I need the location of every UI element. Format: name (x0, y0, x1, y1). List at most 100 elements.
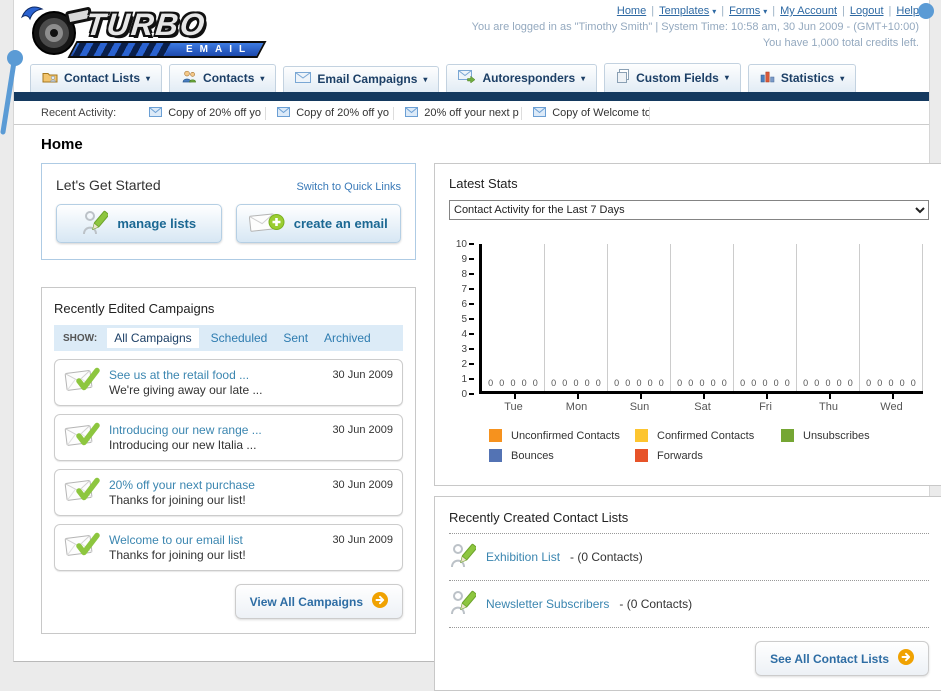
campaign-list-item[interactable]: Introducing our new range ... Introducing… (54, 414, 403, 461)
recent-activity-bar: Recent Activity: Copy of 20% off yo Copy … (14, 101, 929, 125)
bar-value-labels: 00000 (734, 378, 796, 388)
bar-value-label: 0 (740, 378, 746, 388)
filter-scheduled[interactable]: Scheduled (211, 331, 268, 345)
envelope-icon (405, 106, 419, 120)
campaign-list-item[interactable]: Welcome to our email list Thanks for join… (54, 524, 403, 571)
bar-value-label: 0 (595, 378, 601, 388)
bar-value-label: 0 (499, 378, 505, 388)
bar-value-label: 0 (710, 378, 716, 388)
bar-value-label: 0 (532, 378, 538, 388)
recent-activity-items: Copy of 20% off yo Copy of 20% off yo 20% … (138, 104, 651, 122)
chart-group-mon: 00000 (545, 244, 608, 391)
campaign-title-link[interactable]: Introducing our new range ... (109, 423, 262, 438)
bar-value-label: 0 (836, 378, 842, 388)
bar-value-label: 0 (636, 378, 642, 388)
link-separator: | (651, 5, 655, 17)
legend-label: Bounces (511, 449, 554, 462)
tab-autoresponders[interactable]: Autoresponders ▾ (446, 64, 598, 92)
contact-list-item[interactable]: Newsletter Subscribers - (0 Contacts) (449, 589, 929, 619)
chevron-down-icon: ▾ (260, 73, 265, 83)
bar-value-label: 0 (625, 378, 631, 388)
tab-statistics[interactable]: Statistics ▾ (747, 64, 857, 92)
latest-stats-panel: Latest Stats Contact Activity for the La… (434, 163, 941, 486)
bar-value-label: 0 (751, 378, 757, 388)
campaign-subtitle: Thanks for joining our list! (109, 492, 246, 507)
header-link-forms[interactable]: Forms ▾ (729, 5, 767, 17)
tab-contact-lists[interactable]: Contact Lists ▾ (30, 64, 163, 92)
app-logo[interactable]: TURBO EMAIL (20, 3, 270, 61)
bar-value-label: 0 (814, 378, 820, 388)
campaign-list-item[interactable]: 20% off your next purchase Thanks for joi… (54, 469, 403, 516)
contact-list-name-link[interactable]: Exhibition List (486, 550, 560, 564)
campaign-title-link[interactable]: 20% off your next purchase (109, 478, 255, 493)
recent-activity-item[interactable]: Copy of Welcome to (522, 106, 651, 120)
person-pencil-icon (449, 589, 478, 619)
x-axis-label: Fri (734, 394, 797, 413)
contact-list-name-link[interactable]: Newsletter Subscribers (486, 597, 609, 611)
tab-email-campaigns[interactable]: Email Campaigns ▾ (283, 66, 440, 92)
campaign-subtitle: Thanks for joining our list! (109, 547, 246, 562)
show-label: SHOW: (63, 332, 98, 344)
contact-lists-icon (42, 70, 58, 86)
y-axis-tick: 6 (449, 299, 474, 310)
y-axis-tick: 8 (449, 269, 474, 280)
header-right: Home | Templates ▾ | Forms ▾ | My Account | Logout… (472, 5, 919, 49)
tab-label: Custom Fields (636, 70, 719, 85)
logo-email-bar: EMAIL (67, 41, 267, 58)
view-all-campaigns-button[interactable]: View All Campaigns (234, 584, 403, 619)
bar-value-label: 0 (866, 378, 872, 388)
chart-x-axis: Tue Mon Sun Sat Fri Thu Wed (482, 394, 923, 413)
campaign-filter-bar: SHOW: All Campaigns Scheduled Sent Archived (54, 325, 403, 351)
header-link-templates[interactable]: Templates ▾ (659, 5, 716, 17)
campaign-subtitle: Introducing our new Italia ... (109, 437, 257, 452)
get-started-panel: Let's Get Started Switch to Quick Links … (41, 163, 416, 260)
bar-value-labels: 00000 (482, 378, 544, 388)
tab-label: Autoresponders (482, 71, 576, 85)
recent-activity-item[interactable]: Copy of 20% off yo (266, 106, 395, 120)
chart-group-tue: 00000 (482, 244, 545, 391)
filter-all-campaigns[interactable]: All Campaigns (107, 328, 199, 348)
filter-sent[interactable]: Sent (283, 331, 308, 345)
arrow-circle-icon (372, 592, 388, 611)
annotation-dot (918, 3, 934, 19)
x-axis-label: Tue (482, 394, 545, 413)
manage-lists-label: manage lists (117, 216, 197, 231)
activity-item-label: Copy of 20% off yo (296, 107, 389, 119)
bar-value-label: 0 (688, 378, 694, 388)
contact-activity-chart: 10 9 8 7 6 5 4 3 2 1 0 000000000000000000000000000… (449, 239, 923, 400)
tab-custom-fields[interactable]: Custom Fields ▾ (604, 63, 741, 92)
contact-list-item[interactable]: Exhibition List - (0 Contacts) (449, 542, 929, 572)
legend-label: Unsubscribes (803, 429, 870, 442)
see-all-contact-lists-button[interactable]: See All Contact Lists (755, 641, 929, 676)
recent-activity-item[interactable]: Copy of 20% off yo (138, 106, 267, 120)
create-email-label: create an email (293, 216, 388, 231)
recent-activity-item[interactable]: 20% off your next p (394, 106, 523, 120)
create-email-button[interactable]: create an email (235, 204, 401, 243)
switch-quick-links-link[interactable]: Switch to Quick Links (296, 181, 401, 193)
campaign-title-link[interactable]: Welcome to our email list (109, 533, 246, 548)
header-link-my-account[interactable]: My Account (780, 5, 837, 17)
campaign-list-item[interactable]: See us at the retail food ... We're givin… (54, 359, 403, 406)
stats-period-select[interactable]: Contact Activity for the Last 7 Days (449, 200, 929, 220)
app-header: TURBO EMAIL Home | Templates ▾ | Forms ▾ | My Ac… (14, 0, 934, 64)
y-axis-tick: 0 (449, 389, 474, 400)
activity-item-label: Copy of 20% off yo (168, 107, 261, 119)
get-started-title: Let's Get Started (56, 177, 161, 193)
filter-archived[interactable]: Archived (324, 331, 371, 345)
bar-value-label: 0 (825, 378, 831, 388)
legend-swatch (489, 449, 502, 462)
legend-item-unconfirmed-contacts: Unconfirmed Contacts (489, 429, 635, 442)
manage-lists-button[interactable]: manage lists (56, 204, 222, 243)
recent-contact-lists-panel: Recently Created Contact Lists Exhibitio… (434, 496, 941, 691)
header-link-help[interactable]: Help (896, 5, 919, 17)
chevron-down-icon: ▾ (763, 7, 768, 16)
header-link-home[interactable]: Home (617, 5, 646, 17)
tab-contacts[interactable]: Contacts ▾ (169, 64, 277, 92)
header-link-logout[interactable]: Logout (850, 5, 884, 17)
campaign-title-link[interactable]: See us at the retail food ... (109, 368, 262, 383)
campaign-envelope-check-icon (64, 421, 100, 454)
y-axis-tick: 5 (449, 314, 474, 325)
campaign-filters: All Campaigns Scheduled Sent Archived (107, 328, 386, 348)
tab-label: Contact Lists (64, 71, 141, 85)
campaign-date: 30 Jun 2009 (332, 479, 393, 491)
